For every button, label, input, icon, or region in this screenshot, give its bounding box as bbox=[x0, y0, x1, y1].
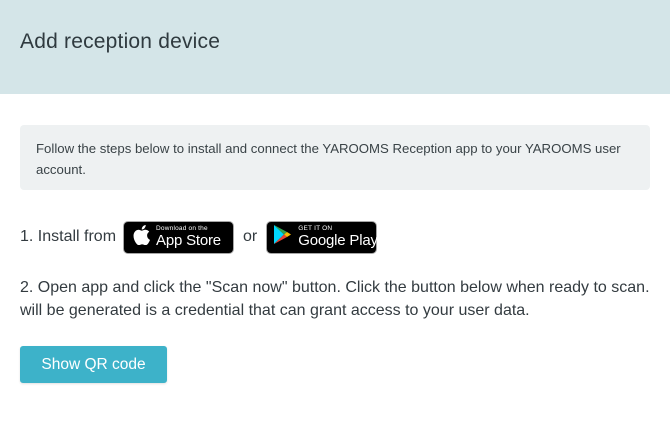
install-label: 1. Install from bbox=[20, 228, 117, 245]
google-play-icon bbox=[273, 224, 292, 250]
google-play-big-text: Google Play bbox=[298, 232, 378, 249]
install-step: 1. Install from Download on the App Stor… bbox=[20, 220, 378, 254]
scan-step-line-2: will be generated is a credential that c… bbox=[20, 302, 530, 319]
app-store-badge[interactable]: Download on the App Store bbox=[123, 220, 235, 254]
scan-step: 2. Open app and click the "Scan now" but… bbox=[20, 276, 670, 322]
show-qr-code-button[interactable]: Show QR code bbox=[20, 346, 167, 383]
or-text: or bbox=[243, 228, 258, 245]
scan-step-line-1: 2. Open app and click the "Scan now" but… bbox=[20, 279, 650, 296]
page-title: Add reception device bbox=[20, 30, 221, 53]
apple-icon bbox=[133, 224, 151, 250]
page-header: Add reception device bbox=[0, 0, 670, 94]
info-text: Follow the steps below to install and co… bbox=[36, 141, 621, 177]
google-play-badge[interactable]: GET IT ON Google Play bbox=[266, 220, 378, 254]
info-box: Follow the steps below to install and co… bbox=[20, 125, 650, 190]
app-store-big-text: App Store bbox=[156, 232, 221, 249]
